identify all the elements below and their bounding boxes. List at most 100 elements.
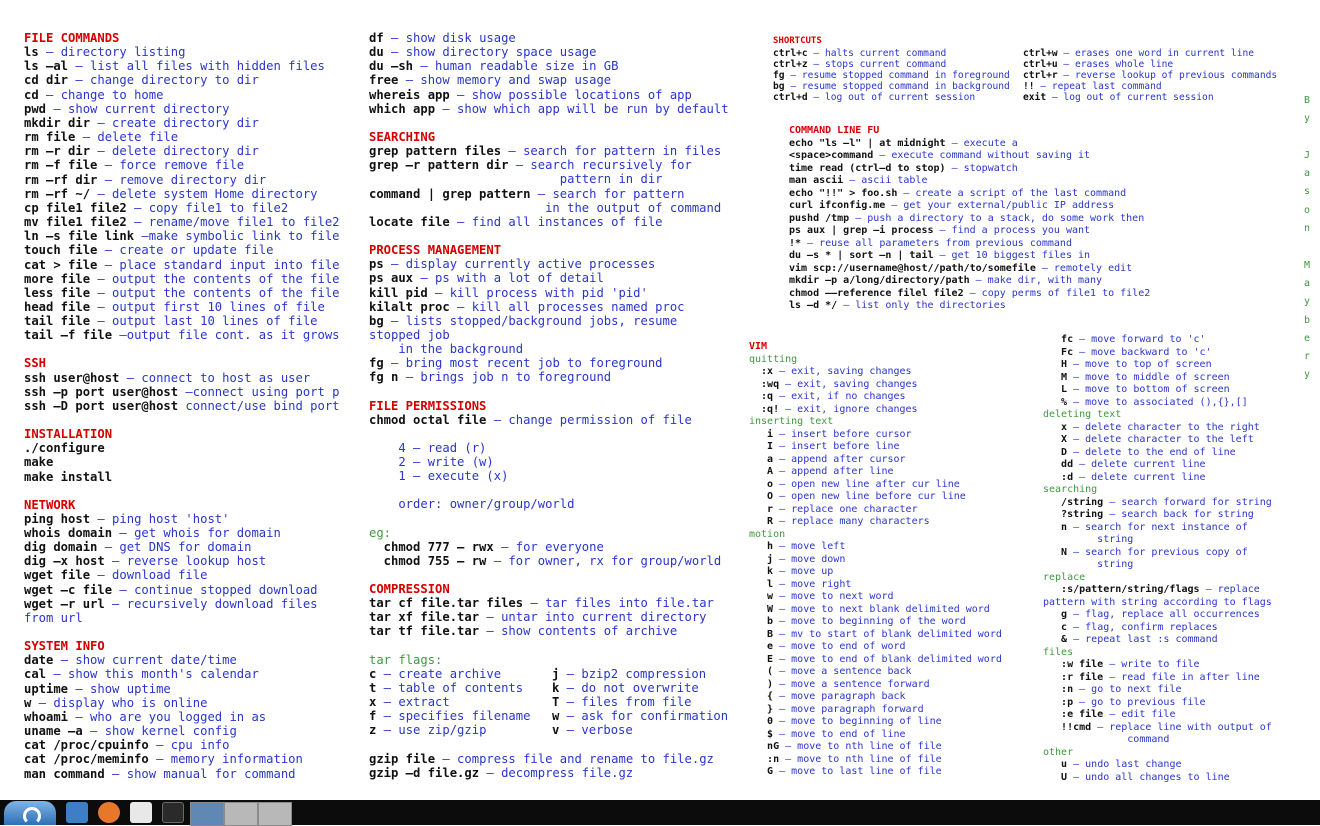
command-text: W xyxy=(749,603,774,615)
command-text: R xyxy=(749,516,774,527)
command-text: :q xyxy=(749,391,774,402)
command-row: !!cmd – replace line with output of xyxy=(1043,722,1298,735)
command-text: ) xyxy=(749,678,774,690)
command-text: wget –c file xyxy=(24,582,113,597)
command-row: uname –a – show kernel config xyxy=(24,724,354,738)
shortcut-row: ctrl+d – log out of current session xyxy=(773,92,1010,103)
flag-cell: v – verbose xyxy=(552,723,633,737)
command-text: :s/pattern/string/flags xyxy=(1043,584,1200,595)
command-text: L xyxy=(1043,384,1068,395)
flag-description: – create archive xyxy=(376,666,502,681)
command-description: – move a sentence back xyxy=(773,666,912,677)
command-description: – flag, confirm replaces xyxy=(1067,621,1218,633)
command-text: ./configure xyxy=(24,441,105,456)
shortcut-key: exit xyxy=(1023,91,1047,103)
command-row: M – move to middle of screen xyxy=(1043,372,1298,385)
command-text: less file xyxy=(24,285,91,300)
flag-row: x – extract T – files from file xyxy=(369,695,739,709)
taskbar-window-button[interactable] xyxy=(190,802,224,826)
command-description: – open new line after cur line xyxy=(773,478,960,490)
command-row: df – show disk usage xyxy=(369,31,739,45)
shortcuts-column-left: ctrl+c – halts current command ctrl+z – s… xyxy=(773,48,1010,103)
command-text: N xyxy=(1043,546,1068,558)
command-description: – move to next blank delimited word xyxy=(773,603,990,615)
command-row: X – delete character to the left xyxy=(1043,434,1298,447)
command-row: head file – output first 10 lines of fil… xyxy=(24,300,354,314)
command-text: c xyxy=(1043,621,1068,633)
author-letter: e xyxy=(1303,332,1311,344)
command-description: – delete to the end of line xyxy=(1067,446,1236,458)
command-row: e – move to end of word xyxy=(749,641,1039,654)
command-text: df xyxy=(369,31,384,45)
author-letter: y xyxy=(1303,296,1311,308)
flag-description: – extract xyxy=(376,695,450,710)
command-text: pwd xyxy=(24,101,47,116)
command-text: :n xyxy=(1043,684,1074,695)
command-text: rm –f file xyxy=(24,158,98,173)
command-description: – cpu info xyxy=(148,738,230,753)
command-description: pattern in dir xyxy=(369,172,663,187)
command-description: – move forward to 'c' xyxy=(1073,334,1206,345)
command-description: – show uptime xyxy=(68,681,171,696)
command-row: { – move paragraph back xyxy=(749,691,1039,704)
command-row: ls –d */ – list only the directories xyxy=(789,300,1289,313)
command-text: :w file xyxy=(1043,659,1104,670)
command-description: – continue stopped download xyxy=(112,582,318,597)
flag-row: t – table of contents k – do not overwrit… xyxy=(369,681,739,695)
command-row: ps aux – ps with a lot of detail xyxy=(369,271,739,285)
firefox-icon[interactable] xyxy=(98,802,120,823)
shortcut-key: ctrl+r xyxy=(1023,69,1058,81)
command-description: – change directory to dir xyxy=(68,73,259,88)
command-row: :n – go to next file xyxy=(1043,684,1298,697)
folder-icon[interactable] xyxy=(66,802,88,823)
command-row: string xyxy=(1043,534,1298,547)
command-text: vim scp://username@host//path/to/somefil… xyxy=(789,262,1036,274)
command-description: – recursively download files xyxy=(104,596,318,611)
shortcut-key: ctrl+d xyxy=(773,91,808,103)
taskbar-window-button[interactable] xyxy=(258,802,292,826)
command-row: a – append after cursor xyxy=(749,454,1039,467)
command-description: – download file xyxy=(90,568,208,583)
command-row: :s/pattern/string/flags – replace xyxy=(1043,584,1298,597)
command-text: D xyxy=(1043,446,1068,458)
command-description: – move to next word xyxy=(773,591,894,602)
command-row: ping host – ping host 'host' xyxy=(24,512,354,526)
command-description: – show which app will be run by default xyxy=(435,101,729,116)
command-description: 1 – execute (x) xyxy=(369,469,509,484)
terminal-icon[interactable] xyxy=(162,802,184,823)
command-description: – go to next file xyxy=(1073,684,1182,695)
command-row: ls –al – list all files with hidden file… xyxy=(24,59,354,73)
command-description: – ping host 'host' xyxy=(90,511,230,526)
command-description: – move to end of word xyxy=(773,641,906,652)
command-text: :d xyxy=(1043,471,1074,483)
command-description: – insert before line xyxy=(773,441,900,452)
taskbar-window-button[interactable] xyxy=(224,802,258,826)
command-description: – decompress file.gz xyxy=(479,765,634,780)
command-row: whois domain – get whois for domain xyxy=(24,526,354,540)
command-description: – replace many characters xyxy=(773,516,930,527)
text-editor-icon[interactable] xyxy=(130,802,152,823)
command-row: 2 – write (w) xyxy=(369,455,739,469)
command-row: dd – delete current line xyxy=(1043,459,1298,472)
command-description: – move to nth line of file xyxy=(779,741,942,752)
command-description: – reuse all parameters from previous com… xyxy=(801,237,1072,249)
command-description: – delete character to the left xyxy=(1067,434,1254,445)
command-text: gzip file xyxy=(369,751,436,766)
command-text: /string xyxy=(1043,496,1104,508)
command-text: r xyxy=(749,503,774,515)
start-menu-button[interactable] xyxy=(4,801,56,825)
command-text: :x xyxy=(749,366,774,377)
flag-description: – specifies filename xyxy=(376,709,531,724)
command-description: – copy file1 to file2 xyxy=(126,200,289,215)
command-text: fg xyxy=(369,356,384,371)
command-row: u – undo last change xyxy=(1043,759,1298,772)
command-text: command | grep pattern xyxy=(369,186,531,201)
command-row: time read (ctrl–d to stop) – stopwatch xyxy=(789,163,1289,176)
command-description: – execute a xyxy=(945,137,1018,149)
command-description: – show kernel config xyxy=(82,724,237,739)
command-row: ./configure xyxy=(24,441,354,455)
command-row: ssh user@host – connect to host as user xyxy=(24,371,354,385)
